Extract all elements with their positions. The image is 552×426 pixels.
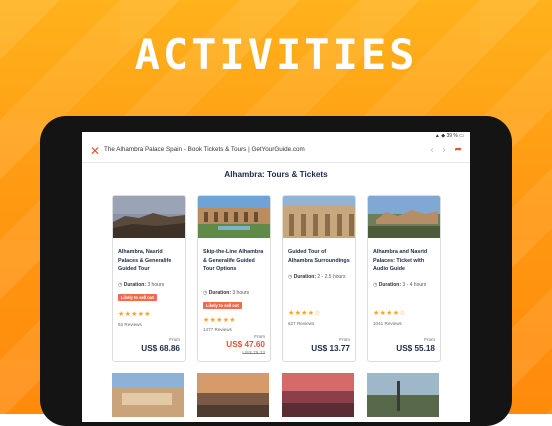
battery-percent: 39 %	[446, 133, 458, 139]
card-duration: ◷ Duration: 3 - 4 hours	[373, 282, 427, 288]
from-label: From	[424, 337, 435, 342]
review-count: 1041 Reviews	[373, 321, 402, 326]
card-title[interactable]: Alhambra, Nasrid Palaces & Generalife Gu…	[118, 248, 182, 274]
url-title[interactable]: The Alhambra Palace Spain - Book Tickets…	[104, 146, 305, 153]
chevron-right-icon[interactable]: ›	[442, 145, 446, 157]
activity-card[interactable]: Alhambra and Nasrid Palaces: Ticket with…	[367, 195, 441, 362]
activity-card[interactable]: Alhambra, Nasrid Palaces & Generalife Gu…	[112, 195, 186, 362]
card-title[interactable]: Alhambra and Nasrid Palaces: Ticket with…	[373, 248, 437, 274]
activity-image	[283, 196, 355, 238]
card-price: US$ 55.18	[396, 344, 435, 353]
chevron-left-icon[interactable]: ‹	[430, 145, 434, 157]
battery-indicator: ▲ ◆ 39 % ▭	[434, 133, 464, 139]
from-label: From	[169, 337, 180, 342]
duration-label: Duration:	[208, 290, 231, 296]
duration-value: 3 hours	[232, 290, 250, 296]
activity-image[interactable]	[282, 373, 354, 417]
card-title[interactable]: Skip-the-Line Alhambra & Generalife Guid…	[203, 248, 267, 274]
review-count: 1477 Reviews	[203, 327, 232, 332]
activity-image[interactable]	[197, 373, 269, 417]
rating-stars: ★★★★☆	[288, 310, 321, 317]
card-duration: ◷ Duration: 3 hours	[203, 290, 250, 296]
duration-value: 3 hours	[147, 282, 165, 288]
activity-image	[113, 196, 185, 238]
sell-out-badge: Likely to sell out	[118, 294, 157, 301]
divider	[82, 162, 470, 163]
activity-image[interactable]	[112, 373, 184, 417]
rating-stars: ★★★★☆	[373, 310, 406, 317]
duration-label: Duration:	[123, 282, 146, 288]
url-bar: ✕ The Alhambra Palace Spain - Book Ticke…	[82, 142, 470, 160]
card-price: US$ 13.77	[311, 344, 350, 353]
headline: ACTIVITIES	[134, 30, 418, 79]
from-label: From	[339, 337, 350, 342]
activity-image	[198, 196, 270, 238]
original-price: US$ 79.33	[242, 351, 265, 356]
activity-card[interactable]: Skip-the-Line Alhambra & Generalife Guid…	[197, 195, 271, 362]
status-bar: ▲ ◆ 39 % ▭	[82, 132, 470, 140]
sell-out-badge: Likely to sell out	[203, 302, 242, 309]
card-price: US$ 47.60	[226, 340, 265, 349]
close-icon[interactable]: ✕	[90, 144, 100, 158]
card-duration: ◷ Duration: 2 - 2.5 hours	[288, 274, 346, 280]
share-icon[interactable]: ➦	[454, 145, 462, 155]
duration-value: 3 - 4 hours	[402, 282, 427, 288]
from-label: From	[254, 334, 265, 339]
rating-stars: ★★★★★	[203, 317, 236, 324]
activity-image[interactable]	[367, 373, 439, 417]
duration-label: Duration:	[378, 282, 401, 288]
duration-value: 2 - 2.5 hours	[317, 274, 346, 280]
duration-label: Duration:	[293, 274, 316, 280]
activity-image	[368, 196, 440, 238]
page-title: Alhambra: Tours & Tickets	[224, 170, 328, 179]
card-price: US$ 68.86	[141, 344, 180, 353]
card-duration: ◷ Duration: 3 hours	[118, 282, 165, 288]
activity-card[interactable]: Guided Tour of Alhambra Surroundings ◷ D…	[282, 195, 356, 362]
tablet-screen: ▲ ◆ 39 % ▭ ✕ The Alhambra Palace Spain -…	[82, 132, 470, 422]
review-count: 627 Reviews	[288, 321, 315, 326]
rating-stars: ★★★★★	[118, 311, 151, 318]
card-title[interactable]: Guided Tour of Alhambra Surroundings	[288, 248, 352, 265]
review-count: 63 Reviews	[118, 322, 142, 327]
